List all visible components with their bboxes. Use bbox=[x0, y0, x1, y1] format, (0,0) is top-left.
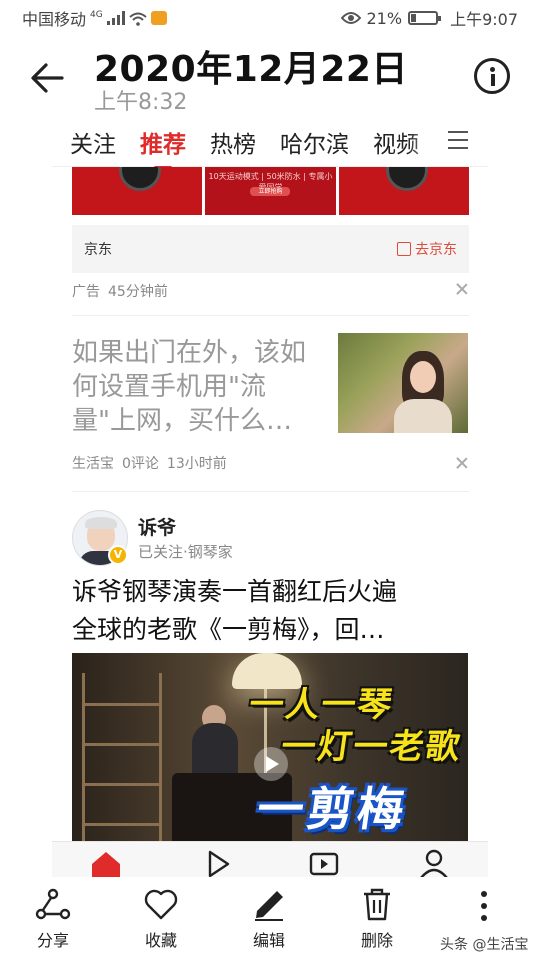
time-subtitle: 上午8:32 bbox=[94, 90, 188, 115]
tab-hot[interactable]: 热榜 bbox=[210, 125, 256, 159]
ad-tag: 广告 bbox=[72, 284, 100, 300]
article-title[interactable]: 如果出门在外，该如何设置手机用"流量"上网，买什么… bbox=[72, 336, 322, 438]
viewer-header: 2020年12月22日 上午8:32 bbox=[0, 36, 540, 116]
home-icon[interactable] bbox=[90, 848, 122, 877]
ad-image-watch bbox=[72, 167, 203, 215]
article-title-line: 全球的老歌《一剪梅》，回… bbox=[72, 615, 385, 644]
verified-badge: V bbox=[108, 545, 128, 565]
external-link-icon bbox=[397, 242, 411, 256]
article-thumbnail[interactable] bbox=[338, 333, 468, 433]
network-type-label: 4G bbox=[90, 10, 103, 20]
tab-fade bbox=[408, 117, 448, 165]
edit-button[interactable]: 编辑 bbox=[234, 887, 304, 951]
status-bar: 中国移动 4G 21% 上午9:07 bbox=[0, 0, 540, 36]
clock: 上午9:07 bbox=[450, 10, 518, 29]
notification-icon bbox=[150, 11, 167, 25]
pencil-icon bbox=[255, 891, 283, 921]
share-icon bbox=[35, 888, 71, 920]
article-meta: 生活宝 0评论 13小时前 bbox=[72, 453, 227, 473]
ad-link[interactable]: 去京东 bbox=[397, 239, 457, 259]
back-arrow-icon[interactable] bbox=[28, 58, 68, 98]
tab-follow[interactable]: 关注 bbox=[70, 125, 116, 159]
author-name[interactable]: 诉爷 bbox=[138, 513, 176, 540]
video-icon[interactable] bbox=[308, 848, 340, 877]
trash-icon bbox=[364, 888, 390, 921]
edit-label: 编辑 bbox=[252, 931, 285, 950]
article-title-line: 诉爷钢琴演奏一首翻红后火遍 bbox=[72, 577, 398, 606]
article-time: 13小时前 bbox=[166, 456, 227, 472]
divider bbox=[72, 315, 469, 316]
favorite-label: 收藏 bbox=[144, 931, 177, 950]
delete-button[interactable]: 删除 bbox=[342, 887, 412, 951]
more-options-icon[interactable] bbox=[478, 891, 490, 927]
action-bar: 分享 收藏 编辑 删除 头条 @生活宝 bbox=[0, 877, 540, 960]
screenshot-preview: 关注 推荐 热榜 哈尔滨 视频 10天运动模式 | 50米防水 | 专属小爱同学… bbox=[52, 117, 488, 877]
carrier-label: 中国移动 bbox=[22, 10, 87, 29]
ad-image-promo: 10天运动模式 | 50米防水 | 专属小爱同学 立即抢购 bbox=[205, 167, 336, 215]
tab-recommend[interactable]: 推荐 bbox=[140, 125, 186, 169]
video-caption: 一灯一老歌 bbox=[278, 727, 465, 767]
wifi-icon bbox=[129, 11, 147, 26]
info-icon[interactable] bbox=[474, 58, 510, 94]
dismiss-ad-icon[interactable] bbox=[456, 283, 468, 295]
eye-comfort-icon bbox=[340, 12, 361, 24]
ad-banner[interactable]: 10天运动模式 | 50米防水 | 专属小爱同学 立即抢购 bbox=[72, 167, 469, 215]
video-thumbnail[interactable]: 一人一琴 一灯一老歌 一剪梅 bbox=[72, 653, 468, 843]
ad-image-watch bbox=[338, 167, 469, 215]
ad-time: 45分钟前 bbox=[108, 284, 168, 300]
share-label: 分享 bbox=[36, 931, 69, 950]
ad-promo-button: 立即抢购 bbox=[250, 187, 291, 196]
battery-percent: 21% bbox=[366, 8, 403, 28]
dismiss-article-icon[interactable] bbox=[456, 457, 468, 469]
video-caption-title: 一剪梅 bbox=[253, 782, 412, 836]
ad-meta: 广告 45分钟前 bbox=[72, 281, 168, 301]
tab-menu-icon[interactable] bbox=[448, 131, 468, 149]
article-title[interactable]: 诉爷钢琴演奏一首翻红后火遍 全球的老歌《一剪梅》，回… bbox=[72, 573, 472, 649]
ad-brand: 京东 bbox=[84, 242, 112, 258]
author-subtitle: 已关注·钢琴家 bbox=[138, 543, 233, 561]
profile-icon[interactable] bbox=[418, 848, 450, 877]
ad-brand-bar[interactable]: 京东 去京东 bbox=[72, 225, 469, 273]
ad-link-label: 去京东 bbox=[415, 242, 457, 258]
bookshelf bbox=[82, 673, 162, 843]
article-source: 生活宝 bbox=[72, 456, 114, 472]
tab-harbin[interactable]: 哈尔滨 bbox=[280, 125, 349, 159]
app-bottom-nav bbox=[52, 841, 488, 877]
battery-icon bbox=[408, 11, 442, 25]
signal-icon bbox=[106, 11, 125, 25]
watermark: 头条 @生活宝 bbox=[440, 937, 529, 953]
divider bbox=[72, 491, 469, 492]
watch-icon[interactable] bbox=[202, 848, 234, 877]
article-comments: 0评论 bbox=[122, 456, 159, 472]
share-button[interactable]: 分享 bbox=[18, 887, 88, 951]
favorite-button[interactable]: 收藏 bbox=[126, 887, 196, 951]
heart-icon bbox=[144, 889, 178, 920]
delete-label: 删除 bbox=[360, 931, 393, 950]
